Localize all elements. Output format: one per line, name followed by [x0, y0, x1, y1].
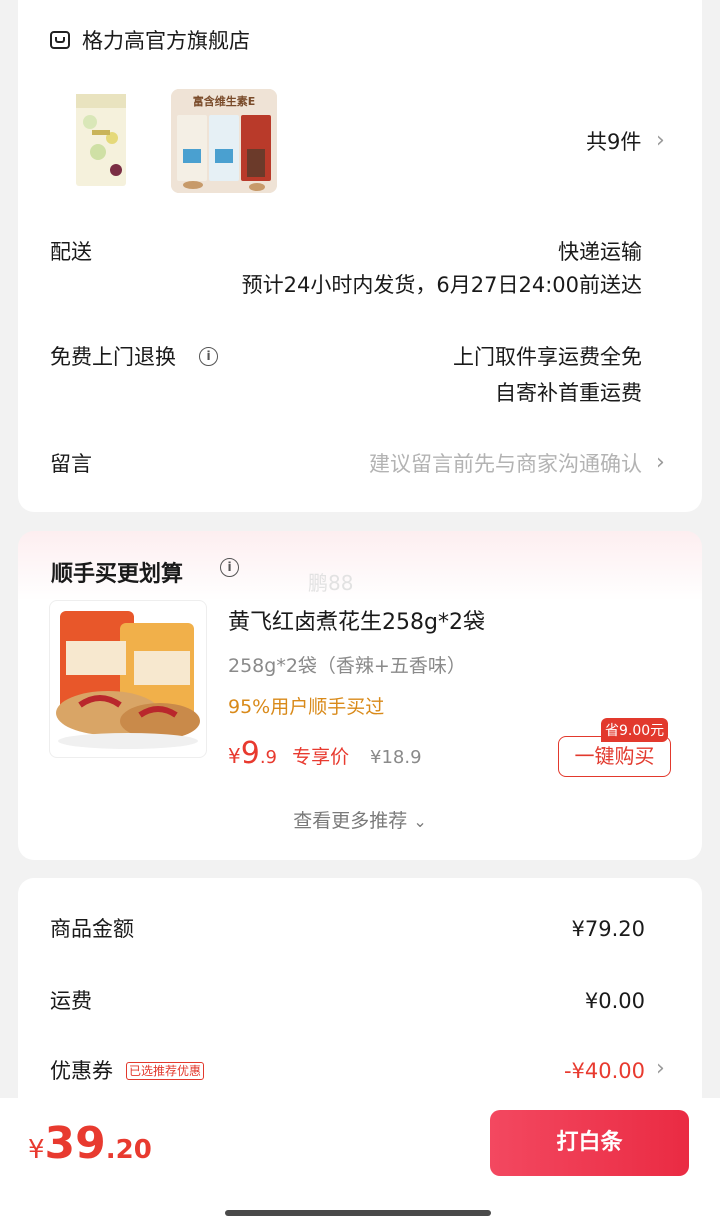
- product-thumb-2[interactable]: 富含维生素E: [171, 89, 277, 193]
- price-decimal: .9: [259, 747, 278, 768]
- delivery-estimate: 预计24小时内发货，6月27日24:00前送达: [241, 273, 642, 297]
- buy-label: 一键购买: [574, 744, 655, 768]
- shipping-label: 运费: [50, 989, 92, 1013]
- total-integer: 39: [44, 1118, 106, 1169]
- coupon-badge: 已选推荐优惠: [126, 1062, 205, 1080]
- message-label: 留言: [50, 452, 92, 476]
- recommend-social-proof: 95%用户顺手买过: [228, 696, 385, 718]
- returns-line-1: 上门取件享运费全免: [453, 345, 642, 369]
- info-icon[interactable]: i: [199, 347, 218, 366]
- total-decimal: .20: [105, 1135, 152, 1165]
- pay-button[interactable]: 打白条: [490, 1110, 689, 1176]
- thumb-banner: 富含维生素E: [192, 95, 256, 108]
- chevron-right-icon[interactable]: ›: [656, 450, 665, 475]
- original-price: ¥18.9: [370, 747, 422, 768]
- recommend-product-image[interactable]: [49, 600, 207, 758]
- price-tag: 专享价: [292, 746, 350, 768]
- coupon-label: 优惠券: [50, 1059, 113, 1083]
- total-price: ¥39.20: [28, 1118, 152, 1169]
- view-more-recommend[interactable]: 查看更多推荐 ⌄: [0, 806, 720, 833]
- chevron-right-icon[interactable]: ›: [656, 1056, 665, 1081]
- price-integer: 9: [240, 736, 260, 771]
- item-count[interactable]: 共9件: [586, 130, 641, 155]
- watermark: 鹏88: [308, 571, 354, 595]
- goods-amount-value: ¥79.20: [571, 917, 645, 941]
- one-click-buy-button[interactable]: 一键购买: [558, 736, 671, 777]
- message-input[interactable]: 建议留言前先与商家沟通确认: [369, 452, 642, 477]
- info-icon[interactable]: i: [220, 558, 239, 577]
- recommend-product-name[interactable]: 黄飞红卤煮花生258g*2袋: [228, 604, 485, 636]
- coupon-value[interactable]: -¥40.00: [564, 1059, 645, 1084]
- delivery-method: 快递运输: [558, 240, 642, 264]
- store-name[interactable]: 格力高官方旗舰店: [82, 29, 250, 54]
- savings-badge: 省9.00元: [601, 718, 669, 742]
- recommend-title: 顺手买更划算: [51, 562, 184, 587]
- returns-line-2: 自寄补首重运费: [495, 381, 642, 405]
- view-more-label: 查看更多推荐: [293, 810, 408, 832]
- goods-amount-label: 商品金额: [50, 917, 134, 941]
- total-currency: ¥: [28, 1135, 45, 1165]
- price-symbol: ¥: [228, 744, 241, 768]
- recommend-spec[interactable]: 258g*2袋（香辣+五香味）: [228, 651, 466, 678]
- pay-label: 打白条: [556, 1130, 623, 1155]
- product-thumb-1[interactable]: [72, 92, 130, 188]
- recommend-price: ¥9.9 专享价: [228, 736, 349, 771]
- chevron-down-icon: ⌄: [413, 812, 427, 831]
- chevron-right-icon[interactable]: ›: [656, 128, 665, 153]
- checkout-bar: ¥39.20 打白条: [0, 1098, 720, 1225]
- returns-label: 免费上门退换: [50, 345, 176, 369]
- shipping-value: ¥0.00: [584, 989, 645, 1013]
- delivery-label: 配送: [50, 240, 92, 264]
- home-indicator[interactable]: [225, 1210, 491, 1216]
- store-icon: [50, 31, 70, 49]
